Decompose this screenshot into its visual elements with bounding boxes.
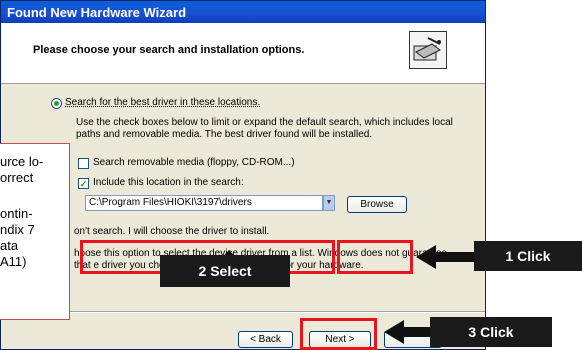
browse-highlight xyxy=(337,240,413,274)
header-title: Please choose your search and installati… xyxy=(33,44,305,56)
callout-line: A11) xyxy=(0,254,27,269)
arrow-left-1-icon xyxy=(416,245,480,269)
wizard-header: Please choose your search and installati… xyxy=(1,23,485,84)
include-location-label[interactable]: Include this location in the search: xyxy=(93,177,244,188)
instruction-callout: urce lo- orrect ontin- ndix 7 ata A11) xyxy=(0,143,70,320)
wizard-window: Found New Hardware Wizard Please choose … xyxy=(0,0,486,350)
browse-button[interactable]: Browse xyxy=(347,196,407,213)
next-highlight xyxy=(300,318,377,350)
callout-line: ontin- xyxy=(0,206,33,221)
back-button[interactable]: < Back xyxy=(238,331,293,348)
step-1-click-label: 1 Click xyxy=(474,241,582,271)
removable-media-label[interactable]: Search removable media (floppy, CD-ROM..… xyxy=(93,157,295,168)
hardware-icon xyxy=(409,31,447,69)
callout-line: ndix 7 xyxy=(0,222,35,237)
search-best-label[interactable]: Search for the best driver in these loca… xyxy=(65,97,260,108)
location-dropdown-button[interactable]: ▼ xyxy=(323,195,335,211)
step-3-click-label: 3 Click xyxy=(430,317,552,347)
search-best-description: Use the check boxes below to limit or ex… xyxy=(76,117,453,140)
location-path-input[interactable]: C:\Program Files\HIOKI\3197\drivers xyxy=(85,195,323,211)
callout-line: urce lo- xyxy=(0,154,44,169)
removable-media-checkbox[interactable] xyxy=(78,158,89,169)
include-location-checkbox[interactable]: ✓ xyxy=(78,178,89,189)
callout-line: orrect xyxy=(0,170,34,185)
dont-search-label[interactable]: on't search. I will choose the driver to… xyxy=(74,226,269,237)
search-best-radio[interactable] xyxy=(51,98,62,109)
title-bar: Found New Hardware Wizard xyxy=(1,1,485,23)
callout-line: ata xyxy=(0,238,19,253)
step-2-select-label: 2 Select xyxy=(160,255,290,287)
footer-separator xyxy=(1,311,485,313)
window-title: Found New Hardware Wizard xyxy=(7,5,187,20)
